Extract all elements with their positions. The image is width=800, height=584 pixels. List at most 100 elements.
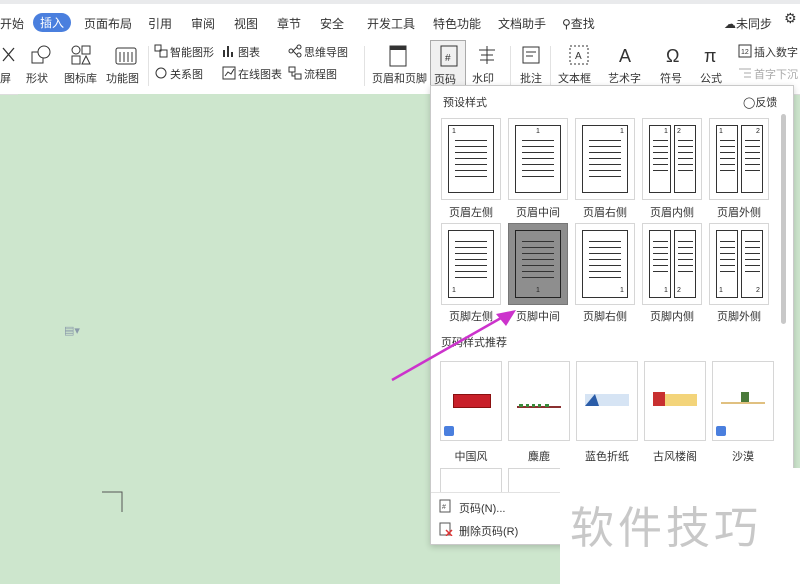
footer-center-style[interactable]: 1 [508, 223, 568, 305]
tab-page-layout[interactable]: 页面布局 [84, 15, 132, 32]
tab-view[interactable]: 视图 [234, 15, 258, 32]
settings-icon[interactable]: ⚙ [784, 10, 797, 27]
scrollbar[interactable] [781, 114, 786, 324]
style-ancient-pavilion[interactable] [644, 361, 706, 441]
footer-inside-style[interactable]: 12 [642, 223, 702, 305]
feedback-label: 反馈 [755, 97, 778, 109]
online-chart-button[interactable]: 在线图表 [238, 66, 282, 82]
elk-trees-decoration [519, 396, 549, 407]
watermark-button[interactable]: 水印 [472, 70, 494, 86]
page-number-settings-icon: # [439, 499, 451, 513]
separator [364, 46, 365, 86]
svg-text:#: # [442, 504, 446, 511]
site-watermark: 软件技巧 [560, 468, 800, 584]
screenshot-icon[interactable] [2, 46, 16, 64]
tab-chapter[interactable]: 章节 [277, 15, 301, 32]
margin-corner-marker [102, 491, 123, 512]
feedback-icon: ◯ [743, 97, 756, 109]
style-blue-origami[interactable] [576, 361, 638, 441]
symbol-icon[interactable]: Ω [664, 44, 686, 66]
smart-shape-button[interactable]: 智能图形 [170, 44, 214, 60]
flowchart-button[interactable]: 流程图 [304, 66, 337, 82]
page-number-menu-item[interactable]: 页码(N)... [459, 500, 505, 516]
feedback-link[interactable]: ◯反馈 [743, 94, 777, 110]
watermark-text: 软件技巧 [570, 504, 762, 553]
svg-text:12: 12 [741, 49, 749, 56]
style-elk-caption: 麋鹿 [528, 451, 550, 463]
header-footer-button[interactable]: 页眉和页脚 [372, 70, 427, 86]
header-right-style[interactable]: 1 [575, 118, 635, 200]
art-text-button[interactable]: 艺术字 [608, 70, 641, 86]
art-text-icon[interactable]: A [616, 44, 638, 66]
chart-button[interactable]: 图表 [238, 44, 260, 60]
sync-status[interactable]: ☁未同步 [724, 15, 772, 32]
document-page[interactable]: ▤▾ [18, 94, 430, 574]
symbol-button[interactable]: 符号 [660, 70, 682, 86]
tab-insert[interactable]: 插入 [33, 13, 72, 32]
insert-number-button[interactable]: 插入数字 [754, 44, 798, 60]
chart-icon [223, 46, 233, 57]
icon-library-icon[interactable] [70, 44, 92, 66]
textbox-icon[interactable]: A [568, 44, 590, 66]
comment-icon[interactable] [520, 44, 542, 66]
delete-page-number-icon [439, 522, 453, 536]
svg-text:A: A [575, 51, 582, 62]
desert-style-preview [721, 402, 765, 404]
tab-dev-tools[interactable]: 开发工具 [367, 15, 415, 32]
drop-cap-icon [739, 68, 751, 78]
mindmap-icon [288, 44, 302, 58]
shape-button[interactable]: 形状 [26, 70, 48, 86]
footer-inside-caption: 页脚内侧 [650, 311, 694, 323]
origami-fold-shape [585, 394, 599, 406]
header-center-style[interactable]: 1 [508, 118, 568, 200]
tab-reference[interactable]: 引用 [148, 15, 172, 32]
function-chart-button[interactable]: 功能图 [106, 70, 139, 86]
header-inside-caption: 页眉内侧 [650, 207, 694, 219]
tab-security[interactable]: 安全 [320, 15, 344, 32]
pavilion-building-decoration [653, 392, 665, 406]
svg-text:Ω: Ω [666, 46, 679, 66]
tab-start[interactable]: 开始 [0, 15, 24, 32]
shape-icon[interactable] [30, 44, 52, 66]
drop-cap-button[interactable]: 首字下沉 [754, 66, 798, 82]
cloud-icon: ☁ [724, 17, 736, 31]
style-desert-caption: 沙漠 [732, 451, 754, 463]
tab-review[interactable]: 审阅 [191, 15, 215, 32]
style-blue-origami-caption: 蓝色折纸 [585, 451, 629, 463]
footer-outside-style[interactable]: 12 [709, 223, 769, 305]
header-inside-style[interactable]: 12 [642, 118, 702, 200]
page-number-icon: # [440, 45, 458, 67]
search-button[interactable]: ⚲查找 [562, 15, 595, 32]
chinese-style-preview [453, 394, 491, 408]
icon-library-button[interactable]: 图标库 [64, 70, 97, 86]
mindmap-button[interactable]: 思维导图 [304, 44, 348, 60]
sync-label: 未同步 [736, 17, 773, 31]
header-outside-style[interactable]: 12 [709, 118, 769, 200]
comment-button[interactable]: 批注 [520, 70, 542, 86]
style-desert[interactable] [712, 361, 774, 441]
tab-doc-assistant[interactable]: 文档助手 [498, 15, 546, 32]
function-chart-icon[interactable] [114, 44, 138, 66]
separator [550, 46, 551, 86]
page-number-button[interactable]: # 页码 [430, 40, 466, 86]
watermark-icon[interactable] [476, 44, 498, 66]
delete-page-number-menu-item[interactable]: 删除页码(R) [459, 523, 518, 539]
formula-button[interactable]: 公式 [700, 70, 722, 86]
flowchart-icon [288, 66, 302, 80]
header-left-style[interactable]: 1 [441, 118, 501, 200]
doc-anchor-icon: ▤▾ [64, 325, 80, 337]
textbox-button[interactable]: 文本框 [558, 70, 591, 86]
screen-button[interactable]: 屏 [0, 70, 11, 86]
desert-tree-decoration [741, 392, 749, 402]
formula-icon[interactable]: π [702, 44, 724, 66]
style-ancient-pavilion-caption: 古风楼阁 [653, 451, 697, 463]
relation-chart-button[interactable]: 关系图 [170, 66, 203, 82]
header-outside-caption: 页眉外侧 [717, 207, 761, 219]
tab-features[interactable]: 特色功能 [433, 15, 481, 32]
style-more-1[interactable] [440, 468, 502, 492]
header-right-caption: 页眉右侧 [583, 207, 627, 219]
footer-left-style[interactable]: 1 [441, 223, 501, 305]
footer-right-style[interactable]: 1 [575, 223, 635, 305]
header-footer-icon[interactable] [388, 44, 408, 68]
header-left-caption: 页眉左侧 [449, 207, 493, 219]
